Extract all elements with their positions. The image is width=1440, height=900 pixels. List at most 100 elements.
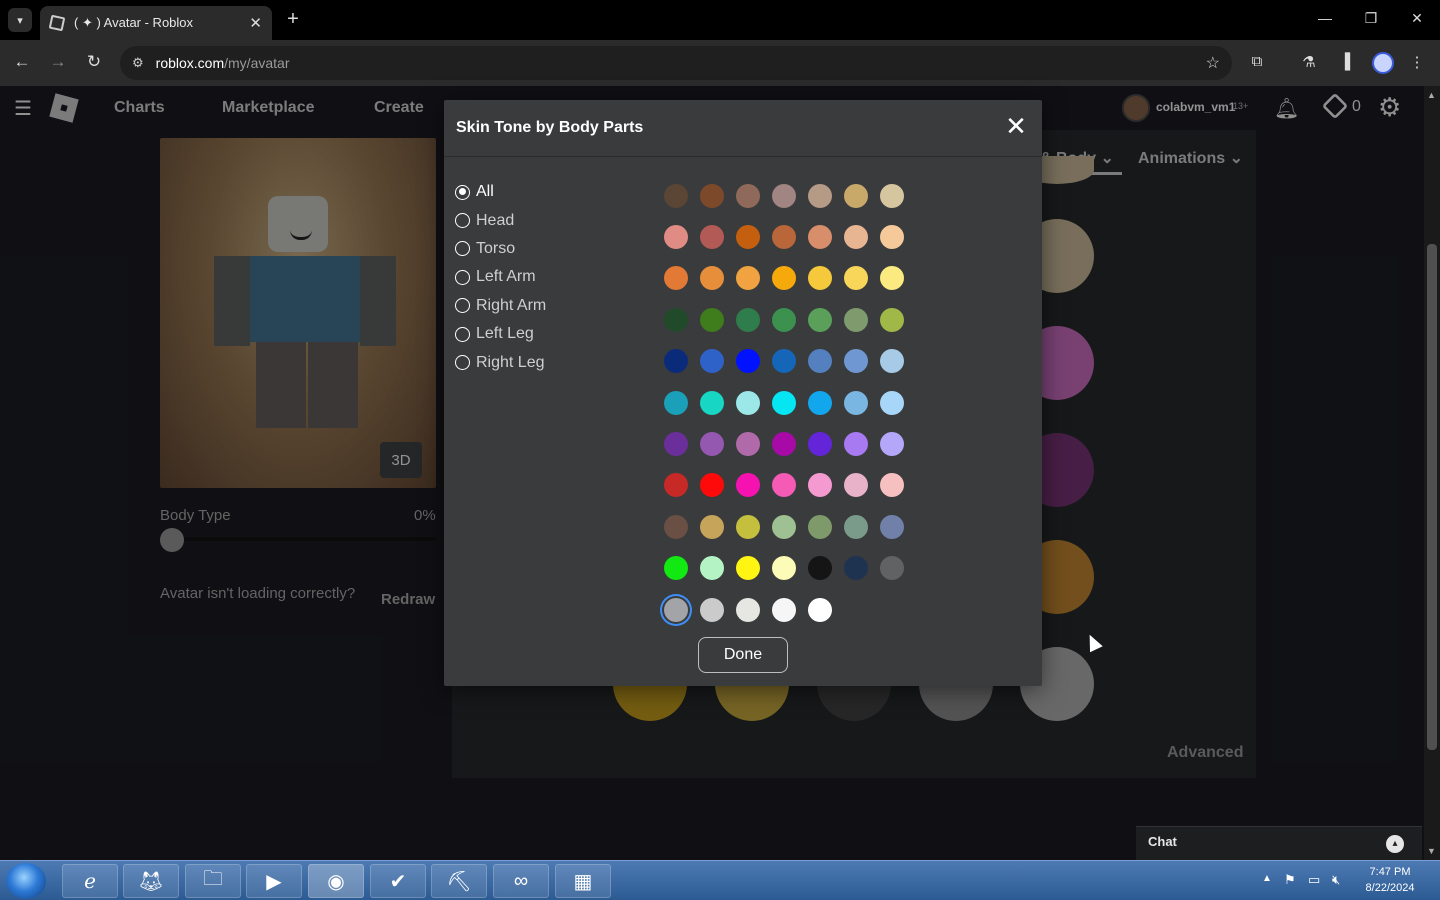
page-scrollbar[interactable]: ▲ ▼	[1424, 86, 1440, 860]
color-swatch[interactable]	[736, 514, 760, 539]
radio-left-arm[interactable]: Left Arm	[455, 263, 546, 291]
color-swatch[interactable]	[808, 432, 832, 457]
color-swatch[interactable]	[808, 225, 832, 250]
tab-search-button[interactable]: ▾	[8, 8, 32, 32]
color-swatch[interactable]	[844, 432, 868, 457]
color-swatch[interactable]	[772, 266, 796, 291]
address-bar[interactable]: ⚙ roblox.com /my/avatar ☆	[120, 46, 1232, 80]
color-swatch[interactable]	[664, 390, 688, 415]
color-swatch[interactable]	[700, 432, 724, 457]
visual-studio-icon[interactable]: ∞	[493, 864, 549, 898]
browser-menu-icon[interactable]: ⋮	[1406, 53, 1428, 71]
chrome-icon[interactable]: ◉	[308, 864, 364, 898]
color-swatch[interactable]	[844, 349, 868, 374]
color-swatch[interactable]	[700, 225, 724, 250]
color-swatch[interactable]	[772, 556, 796, 581]
color-swatch[interactable]	[772, 390, 796, 415]
chat-bar[interactable]: Chat ▴	[1136, 826, 1422, 860]
radio-torso[interactable]: Torso	[455, 235, 546, 263]
scroll-thumb[interactable]	[1427, 244, 1437, 750]
color-swatch[interactable]	[880, 390, 904, 415]
color-swatch[interactable]	[880, 349, 904, 374]
color-swatch[interactable]	[700, 349, 724, 374]
color-swatch[interactable]	[844, 266, 868, 291]
network-icon[interactable]: ▭	[1308, 872, 1320, 888]
color-swatch[interactable]	[808, 349, 832, 374]
color-swatch[interactable]	[736, 390, 760, 415]
radio-button[interactable]	[455, 184, 470, 200]
color-swatch[interactable]	[700, 390, 724, 415]
color-swatch[interactable]	[664, 432, 688, 457]
color-swatch[interactable]	[664, 266, 688, 291]
color-swatch[interactable]	[700, 183, 724, 208]
radio-right-arm[interactable]: Right Arm	[455, 292, 546, 320]
radio-all[interactable]: All	[455, 178, 546, 206]
back-arrow-icon[interactable]: ←	[10, 52, 34, 72]
color-swatch[interactable]	[664, 556, 688, 581]
color-swatch[interactable]	[772, 473, 796, 498]
color-swatch[interactable]	[844, 473, 868, 498]
color-swatch[interactable]	[772, 225, 796, 250]
color-swatch[interactable]	[772, 597, 796, 622]
chat-expand-icon[interactable]: ▴	[1386, 835, 1404, 853]
radio-button[interactable]	[455, 326, 470, 342]
color-swatch[interactable]	[736, 432, 760, 457]
color-swatch[interactable]	[880, 183, 904, 208]
color-swatch[interactable]	[664, 473, 688, 498]
color-swatch[interactable]	[736, 307, 760, 332]
radio-right-leg[interactable]: Right Leg	[455, 348, 546, 376]
color-swatch[interactable]	[736, 183, 760, 208]
color-swatch[interactable]	[700, 473, 724, 498]
tab-close-icon[interactable]: ✕	[249, 14, 262, 32]
color-swatch[interactable]	[664, 349, 688, 374]
color-swatch[interactable]	[880, 556, 904, 581]
action-center-flag-icon[interactable]: ⚑	[1284, 872, 1296, 888]
site-info-icon[interactable]: ⚙	[132, 55, 144, 71]
toolbox-icon[interactable]: ⛏	[431, 864, 487, 898]
color-swatch[interactable]	[736, 225, 760, 250]
internet-explorer-icon[interactable]: ℯ	[62, 864, 118, 898]
firefox-icon[interactable]: 🦊︎	[123, 864, 179, 898]
color-swatch[interactable]	[880, 307, 904, 332]
volume-muted-icon[interactable]: 🔇︎	[1332, 872, 1340, 888]
side-panel-icon[interactable]: ▐	[1334, 53, 1356, 70]
color-swatch[interactable]	[664, 307, 688, 332]
clock-time[interactable]: 7:47 PM	[1360, 866, 1420, 878]
color-swatch[interactable]	[700, 307, 724, 332]
color-swatch[interactable]	[844, 307, 868, 332]
browser-profile-icon[interactable]	[1372, 52, 1394, 74]
window-close-icon[interactable]: ✕	[1402, 10, 1432, 27]
color-swatch[interactable]	[772, 432, 796, 457]
radio-button[interactable]	[455, 213, 470, 229]
color-swatch[interactable]	[844, 390, 868, 415]
clock-date[interactable]: 8/22/2024	[1356, 882, 1424, 894]
bookmark-star-icon[interactable]: ☆	[1206, 53, 1220, 73]
minimize-icon[interactable]: —	[1310, 10, 1340, 26]
color-swatch[interactable]	[808, 390, 832, 415]
color-swatch[interactable]	[844, 183, 868, 208]
color-swatch[interactable]	[700, 266, 724, 291]
scroll-up-icon[interactable]: ▲	[1427, 90, 1436, 100]
color-swatch[interactable]	[880, 432, 904, 457]
color-swatch[interactable]	[736, 597, 760, 622]
start-button[interactable]	[6, 863, 46, 899]
color-swatch[interactable]	[844, 556, 868, 581]
control-panel-icon[interactable]: ▦	[555, 864, 611, 898]
extensions-icon[interactable]: ⧉	[1246, 53, 1268, 70]
color-swatch[interactable]	[880, 473, 904, 498]
color-swatch[interactable]	[808, 597, 832, 622]
color-swatch[interactable]	[736, 473, 760, 498]
color-swatch[interactable]	[700, 514, 724, 539]
color-swatch[interactable]	[772, 183, 796, 208]
color-swatch[interactable]	[844, 225, 868, 250]
app-checklist-icon[interactable]: ✔	[370, 864, 426, 898]
color-swatch[interactable]	[736, 266, 760, 291]
color-swatch[interactable]	[772, 307, 796, 332]
browser-tab[interactable]: ( ✦ ) Avatar - Roblox ✕	[40, 6, 272, 40]
new-tab-button[interactable]: +	[282, 8, 304, 31]
color-swatch[interactable]	[808, 183, 832, 208]
close-icon[interactable]: ✕	[1002, 112, 1030, 140]
color-swatch[interactable]	[808, 473, 832, 498]
scroll-down-icon[interactable]: ▼	[1427, 846, 1436, 856]
color-swatch[interactable]	[700, 556, 724, 581]
